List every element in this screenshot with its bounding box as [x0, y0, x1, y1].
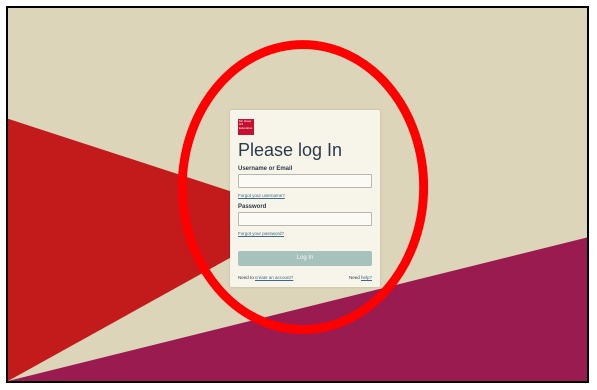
password-label: Password — [238, 204, 267, 210]
help-link[interactable]: help? — [361, 275, 372, 280]
logo-text: Mc Graw Hill Education — [239, 119, 253, 130]
login-card: Mc Graw Hill Education Please log In Use… — [230, 110, 380, 287]
brand-logo: Mc Graw Hill Education — [238, 119, 254, 135]
password-input[interactable] — [238, 212, 372, 226]
help-row: Need help? — [349, 275, 372, 280]
forgot-password-link[interactable]: Forgot your password? — [238, 231, 284, 236]
login-button[interactable]: Log In — [238, 251, 372, 266]
username-input[interactable] — [238, 174, 372, 188]
page-title: Please log In — [238, 140, 343, 160]
forgot-username-link[interactable]: Forgot your username? — [238, 193, 285, 198]
create-account-row: Need to create an account? — [238, 275, 293, 280]
create-account-link[interactable]: create an account? — [255, 275, 293, 280]
need-to-text: Need to — [238, 275, 254, 280]
username-label: Username or Email — [238, 166, 293, 172]
need-text: Need — [348, 275, 360, 280]
screenshot-frame: Mc Graw Hill Education Please log In Use… — [6, 6, 589, 383]
